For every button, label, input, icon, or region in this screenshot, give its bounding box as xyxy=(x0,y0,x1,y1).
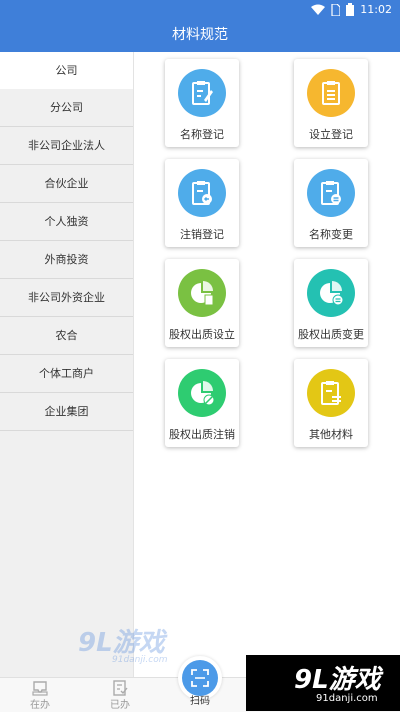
watermark-text: 9L游戏 xyxy=(294,665,381,695)
clipboard-list-icon xyxy=(307,69,355,117)
sidebar-item-label: 非公司外资企业 xyxy=(28,291,105,304)
card-label: 其他材料 xyxy=(309,428,353,441)
clipboard-lines-icon xyxy=(307,369,355,417)
sidebar-item-branch[interactable]: 分公司 xyxy=(0,89,133,127)
sidebar-item-label: 非公司企业法人 xyxy=(28,139,105,152)
watermark-text: 9L游戏 xyxy=(78,628,165,658)
sidebar-item-label: 农合 xyxy=(55,329,78,342)
card-equity-pledge-change[interactable]: 股权出质变更 xyxy=(294,259,368,347)
sidebar-item-company[interactable]: 公司 xyxy=(0,52,133,89)
sidebar-item-label: 外商投资 xyxy=(44,253,89,266)
card-other-materials[interactable]: 其他材料 xyxy=(294,359,368,447)
card-deregistration[interactable]: 注销登记 xyxy=(165,159,239,247)
sidebar-item-label: 合伙企业 xyxy=(44,177,89,190)
material-grid: 名称登记 设立登记 注销登记 名称变更 股权出质设立 股权出质变更 股权出质注销… xyxy=(133,52,400,677)
sidebar-item-label: 个人独资 xyxy=(44,215,89,228)
watermark-domain: 91danji.com xyxy=(112,655,168,665)
scan-label: 扫码 xyxy=(190,696,210,707)
sidebar-item-non-company-foreign[interactable]: 非公司外资企业 xyxy=(0,279,133,317)
sidebar-item-foreign-investment[interactable]: 外商投资 xyxy=(0,241,133,279)
tab-in-progress[interactable]: 在办 xyxy=(10,680,70,711)
card-equity-pledge-cancel[interactable]: 股权出质注销 xyxy=(165,359,239,447)
battery-icon xyxy=(346,3,355,16)
status-time: 11:02 xyxy=(360,3,392,16)
status-bar: 11:02 xyxy=(0,0,400,20)
card-label: 股权出质注销 xyxy=(169,428,235,441)
sidebar-item-non-company-legal[interactable]: 非公司企业法人 xyxy=(0,127,133,165)
sidebar-item-label: 公司 xyxy=(55,64,78,77)
done-list-icon xyxy=(113,680,128,696)
card-label: 名称登记 xyxy=(180,128,224,141)
tab-label: 已办 xyxy=(110,700,130,711)
watermark-domain: 91danji.com xyxy=(316,693,378,704)
sidebar-item-enterprise-group[interactable]: 企业集团 xyxy=(0,393,133,431)
sidebar-item-individual-business[interactable]: 个体工商户 xyxy=(0,355,133,393)
sidebar-item-cooperative[interactable]: 农合 xyxy=(0,317,133,355)
clipboard-pen-icon xyxy=(178,69,226,117)
card-label: 股权出质设立 xyxy=(169,328,235,341)
sidebar-item-label: 个体工商户 xyxy=(39,367,94,380)
watermark-badge: 9L游戏 91danji.com xyxy=(246,655,400,711)
clipboard-swap-icon xyxy=(307,169,355,217)
card-establishment-registration[interactable]: 设立登记 xyxy=(294,59,368,147)
sidebar-item-label: 分公司 xyxy=(50,101,83,114)
page-title: 材料规范 xyxy=(172,27,228,43)
card-label: 名称变更 xyxy=(309,228,353,241)
sidebar-item-partnership[interactable]: 合伙企业 xyxy=(0,165,133,203)
sidebar-item-sole-proprietorship[interactable]: 个人独资 xyxy=(0,203,133,241)
pie-doc-icon xyxy=(178,269,226,317)
card-label: 注销登记 xyxy=(180,228,224,241)
sidebar-item-label: 企业集团 xyxy=(44,405,89,418)
card-name-change[interactable]: 名称变更 xyxy=(294,159,368,247)
scan-icon xyxy=(182,660,218,696)
card-label: 设立登记 xyxy=(309,128,353,141)
inbox-icon xyxy=(32,681,48,696)
pie-swap-icon xyxy=(307,269,355,317)
wifi-icon xyxy=(311,4,326,15)
card-name-registration[interactable]: 名称登记 xyxy=(165,59,239,147)
watermark-logo: 9L游戏 91danji.com xyxy=(78,622,167,665)
pie-cancel-icon xyxy=(178,369,226,417)
card-equity-pledge-establish[interactable]: 股权出质设立 xyxy=(165,259,239,347)
sim-card-icon xyxy=(331,3,341,16)
tab-completed[interactable]: 已办 xyxy=(90,680,150,711)
clipboard-back-icon xyxy=(178,169,226,217)
card-label: 股权出质变更 xyxy=(298,328,364,341)
sidebar: 公司 分公司 非公司企业法人 合伙企业 个人独资 外商投资 非公司外资企业 农合… xyxy=(0,52,134,677)
tab-label: 在办 xyxy=(30,700,50,711)
app-bar: 材料规范 xyxy=(0,20,400,52)
